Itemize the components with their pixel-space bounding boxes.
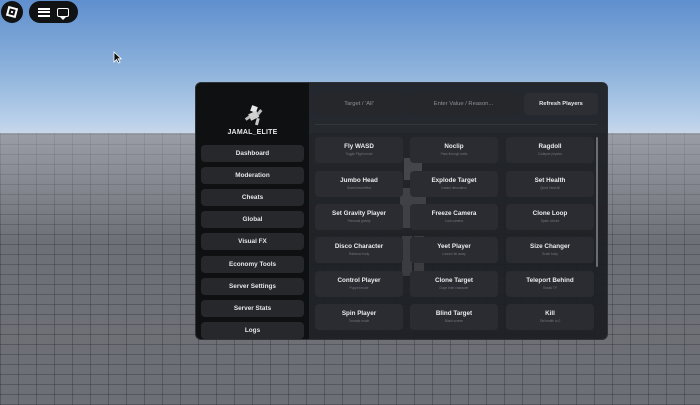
command-subtitle: Tornado mode <box>348 319 370 323</box>
command-subtitle: Launch far away <box>442 252 466 256</box>
command-title: Spin Player <box>341 310 377 317</box>
main-content: Target / 'All' Enter Value / Reason... R… <box>309 83 607 339</box>
sidebar-item-economy-tools[interactable]: Economy Tools <box>201 256 304 273</box>
command-subtitle: Puppet mode <box>349 286 369 290</box>
command-subtitle: Quick Heal All <box>540 186 560 190</box>
command-title: Teleport Behind <box>526 277 574 284</box>
command-card-set-gravity-player[interactable]: Set Gravity Player Personal gravity <box>315 204 403 230</box>
sidebar-item-server-stats[interactable]: Server Stats <box>201 300 304 317</box>
sidebar-item-logs[interactable]: Logs <box>201 322 304 339</box>
command-card-clone-loop[interactable]: Clone Loop Spam clones <box>506 204 594 230</box>
command-card-fly-wasd[interactable]: Fly WASD Toggle Flight mode <box>315 137 403 163</box>
sidebar-item-dashboard[interactable]: Dashboard <box>201 145 304 162</box>
target-input[interactable]: Target / 'All' <box>315 93 403 115</box>
command-title: Explode Target <box>431 177 477 184</box>
command-subtitle: Sneak TP <box>543 286 557 290</box>
topbar-menu-group <box>29 1 78 23</box>
sidebar-item-global[interactable]: Global <box>201 211 304 228</box>
command-card-spin-player[interactable]: Spin Player Tornado mode <box>315 304 403 330</box>
command-title: Clone Loop <box>532 210 568 217</box>
command-title: Clone Target <box>434 277 474 284</box>
command-title: Set Gravity Player <box>332 210 386 217</box>
command-subtitle: Set health to 0 <box>539 319 561 323</box>
command-card-size-changer[interactable]: Size Changer Scale body <box>506 237 594 263</box>
sidebar-item-visual-fx[interactable]: Visual FX <box>201 233 304 250</box>
command-card-ragdoll[interactable]: Ragdoll Collapse physics <box>506 137 594 163</box>
command-subtitle: Collapse physics <box>538 152 562 156</box>
command-title: Ragdoll <box>538 143 562 150</box>
sidebar-item-moderation[interactable]: Moderation <box>201 167 304 184</box>
command-subtitle: Rainbow body <box>348 252 370 256</box>
command-title: Size Changer <box>530 243 570 250</box>
sidebar-item-cheats[interactable]: Cheats <box>201 189 304 206</box>
command-card-disco-character[interactable]: Disco Character Rainbow body <box>315 237 403 263</box>
command-title: Blind Target <box>435 310 473 317</box>
command-subtitle: Dupe their character <box>439 286 469 290</box>
command-card-explode-target[interactable]: Explode Target Instant detonation <box>410 171 498 197</box>
command-card-teleport-behind[interactable]: Teleport Behind Sneak TP <box>506 271 594 297</box>
value-reason-input[interactable]: Enter Value / Reason... <box>407 93 520 115</box>
command-card-kill[interactable]: Kill Set health to 0 <box>506 304 594 330</box>
hamburger-icon[interactable] <box>38 7 51 17</box>
command-subtitle: Scale body <box>542 252 558 256</box>
command-card-set-health[interactable]: Set Health Quick Heal All <box>506 171 594 197</box>
command-card-control-player[interactable]: Control Player Puppet mode <box>315 271 403 297</box>
command-subtitle: Lock camera <box>444 219 464 223</box>
command-title: Disco Character <box>334 243 384 250</box>
roblox-menu-button[interactable] <box>1 1 23 23</box>
command-subtitle: Toggle Flight mode <box>345 152 373 156</box>
command-subtitle: Pass through walls <box>440 152 468 156</box>
command-subtitle: Personal gravity <box>347 219 371 223</box>
command-title: Fly WASD <box>344 143 374 150</box>
scrollbar[interactable] <box>596 137 598 267</box>
command-title: Noclip <box>444 143 464 150</box>
command-title: Yeet Player <box>437 243 471 250</box>
command-card-freeze-camera[interactable]: Freeze Camera Lock camera <box>410 204 498 230</box>
avatar-icon <box>244 105 263 126</box>
command-title: Jumbo Head <box>340 177 378 184</box>
command-card-clone-target[interactable]: Clone Target Dupe their character <box>410 271 498 297</box>
sidebar-item-server-settings[interactable]: Server Settings <box>201 278 304 295</box>
command-title: Set Health <box>534 177 566 184</box>
command-subtitle: Spam clones <box>540 219 560 223</box>
command-title: Control Player <box>337 277 381 284</box>
roblox-logo-icon <box>5 5 19 19</box>
sidebar: JAMAL_ELITE Dashboard Moderation Cheats … <box>196 83 309 339</box>
command-subtitle: Instant detonation <box>441 186 467 190</box>
divider <box>315 124 597 125</box>
command-title: Kill <box>545 310 555 317</box>
refresh-players-button[interactable]: Refresh Players <box>524 93 598 115</box>
username-label: JAMAL_ELITE <box>227 129 278 136</box>
admin-panel-window: JAMAL_ELITE Dashboard Moderation Cheats … <box>195 82 608 340</box>
command-card-jumbo-head[interactable]: Jumbo Head Giant head effect <box>315 171 403 197</box>
command-card-noclip[interactable]: Noclip Pass through walls <box>410 137 498 163</box>
command-card-yeet-player[interactable]: Yeet Player Launch far away <box>410 237 498 263</box>
command-card-blind-target[interactable]: Blind Target Black screen <box>410 304 498 330</box>
chat-icon[interactable] <box>56 7 69 20</box>
command-subtitle: Black screen <box>444 319 464 323</box>
mouse-cursor-icon <box>113 51 122 64</box>
command-title: Freeze Camera <box>431 210 477 217</box>
command-subtitle: Giant head effect <box>346 186 372 190</box>
